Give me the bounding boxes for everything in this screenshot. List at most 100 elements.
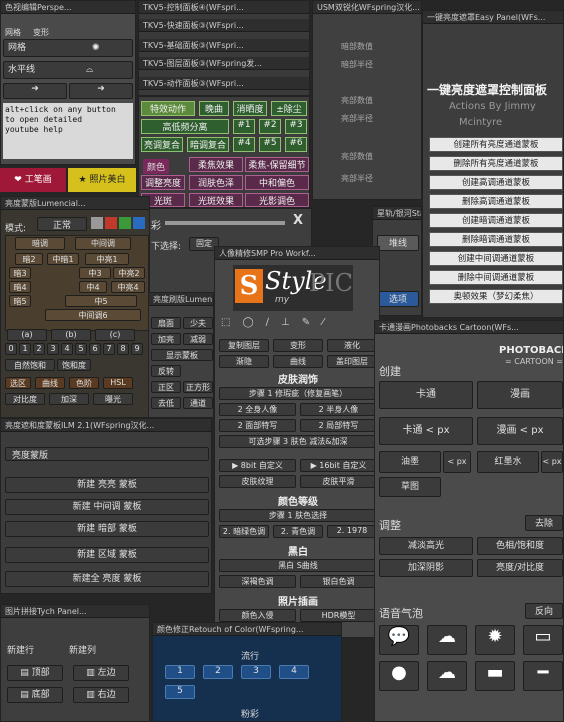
popular-3-button[interactable]: 3 — [241, 665, 271, 679]
burn-button[interactable]: 加深 — [49, 393, 89, 405]
num-4[interactable]: 4 — [61, 343, 73, 355]
num-1[interactable]: 1 — [19, 343, 31, 355]
close-icon[interactable]: X — [293, 213, 303, 228]
create-midtone-mask-button[interactable]: 创建中间调通道蒙板 — [429, 251, 563, 266]
tkv-title-4[interactable]: TKV5-图层面板③(WFspring发... — [139, 57, 309, 70]
mid-bright1-cell[interactable]: 中亮1 — [85, 253, 129, 265]
num-6[interactable]: 6 — [89, 343, 101, 355]
skin-texture-button[interactable]: 皮肤纹理 — [219, 475, 296, 488]
sketch-button[interactable]: 草图 — [379, 477, 441, 497]
popular-4-button[interactable]: 4 — [279, 665, 309, 679]
remove-button[interactable]: 去除 — [525, 515, 563, 531]
effect-actions-button[interactable]: 特效动作 — [141, 101, 195, 116]
arrow-right-button[interactable]: ➜ — [69, 83, 133, 99]
silver-button[interactable]: 银白色调 — [300, 575, 377, 588]
vibrance-button[interactable]: 自然饱和 — [5, 359, 55, 371]
8bit-button[interactable]: ▶ 8bit 自定义 — [219, 459, 296, 472]
curve-button[interactable]: 晚曲 — [199, 101, 229, 116]
reverse-button[interactable]: 反向 — [525, 603, 563, 619]
partial-close-button[interactable]: 2 局部特写 — [300, 419, 377, 432]
preset-2-button[interactable]: #2 — [259, 119, 281, 134]
preset-6-button[interactable]: #6 — [285, 137, 307, 152]
photo-whiten-button[interactable]: ★ 照片美白 — [68, 168, 136, 192]
lasso-icon[interactable]: ◯ — [242, 317, 265, 328]
swatch-green[interactable] — [119, 217, 131, 229]
dark5-cell[interactable]: 暗5 — [9, 295, 31, 307]
mid3-cell[interactable]: 中3 — [79, 267, 111, 279]
soft-focus-detail-button[interactable]: 柔焦-保留细节 — [245, 157, 309, 172]
burn-shadow-button[interactable]: 加深阴影 — [379, 559, 473, 577]
new-shadow-mask-button[interactable]: 新建 暗部 蒙板 — [5, 521, 209, 537]
light-tone-button[interactable]: 光影调色 — [245, 193, 309, 207]
swatch-gray[interactable] — [91, 217, 103, 229]
lumen-item-1[interactable]: 扇面 — [151, 317, 181, 329]
contrast-button[interactable]: 对比度 — [5, 393, 45, 405]
selection-button[interactable]: 选区 — [5, 377, 31, 389]
16bit-button[interactable]: ▶ 16bit 自定义 — [300, 459, 377, 472]
red-ink-px-button[interactable]: < px — [541, 451, 563, 473]
stamp-visible-button[interactable]: 盖印图层 — [327, 355, 377, 368]
smp-transform-button[interactable]: 变形 — [273, 339, 323, 352]
popular-1-button[interactable]: 1 — [165, 665, 195, 679]
num-0[interactable]: 0 — [5, 343, 17, 355]
bottom-button[interactable]: ▤ 底部 — [7, 687, 63, 703]
mid5-cell[interactable]: 中5 — [65, 295, 137, 307]
bubble-6-button[interactable]: ☁ — [427, 661, 467, 691]
tkv-title-1[interactable]: TKV5-控制面板④(WFspri... — [139, 1, 309, 14]
color-step1-button[interactable]: 步骤 1 肤色选择 — [219, 509, 377, 522]
option-c[interactable]: (c) — [95, 329, 135, 341]
midtone6-cell[interactable]: 中间调6 — [45, 309, 141, 321]
comic-px-button[interactable]: 漫画 < px — [477, 417, 563, 445]
num-7[interactable]: 7 — [103, 343, 115, 355]
half-body-button[interactable]: 2 半身人像 — [300, 403, 377, 416]
popular-5-button[interactable]: 5 — [165, 685, 195, 699]
lumen-item-4[interactable]: 减弱 — [183, 333, 213, 345]
horizon-button[interactable]: 水平线 ⌓ — [3, 61, 133, 79]
red-ink-button[interactable]: 红墨水 — [477, 451, 539, 473]
comic-button[interactable]: 漫画 — [477, 381, 563, 409]
lumen-item-8[interactable]: 正方形 — [183, 381, 213, 393]
swatch-blue[interactable] — [133, 217, 145, 229]
pen-icon[interactable]: ✎ — [302, 317, 322, 328]
orton-effect-button[interactable]: 奥顿效果（梦幻柔焦） — [429, 289, 563, 304]
face-close-button[interactable]: 2 面部特写 — [219, 419, 296, 432]
lumen-item-5[interactable]: 显示蒙板 — [151, 349, 213, 361]
smp-step1-button[interactable]: 步骤 1 修瑕疵（修复画笔） — [219, 387, 377, 400]
stamp-icon[interactable]: ⊥ — [281, 317, 302, 328]
mode-select[interactable]: 正常 — [37, 217, 87, 231]
lumen-item-2[interactable]: 少夫 — [183, 317, 213, 329]
num-9[interactable]: 9 — [131, 343, 143, 355]
ink-button[interactable]: 油墨 — [379, 451, 441, 473]
liquify-button[interactable]: 液化 — [327, 339, 377, 352]
lumen-item-10[interactable]: 通道 — [183, 397, 213, 409]
slider-track[interactable] — [165, 221, 285, 225]
dark2-cell[interactable]: 暗2 — [15, 253, 43, 265]
dust-button[interactable]: ±除尘 — [271, 101, 307, 116]
curves-button[interactable]: 曲线 — [35, 377, 65, 389]
tab-transform[interactable]: 变形 — [33, 27, 49, 38]
mid-dark1-cell[interactable]: 中暗1 — [47, 253, 79, 265]
delete-shadow-mask-button[interactable]: 删除暗调通道蒙板 — [429, 232, 563, 247]
num-5[interactable]: 5 — [75, 343, 87, 355]
tab-grid[interactable]: 网格 — [5, 27, 21, 38]
dodge-highlight-button[interactable]: 减淡高光 — [379, 537, 473, 555]
ilm-select[interactable]: 亮度蒙版 — [5, 447, 209, 461]
pen-painting-button[interactable]: ❤ 工笔画 — [0, 168, 66, 192]
bw-s-curve-button[interactable]: 黑白 S曲线 — [219, 559, 377, 572]
create-all-masks-button[interactable]: 创建所有亮度通道蒙板 — [429, 137, 563, 152]
delete-all-masks-button[interactable]: 删除所有亮度通道蒙板 — [429, 156, 563, 171]
num-8[interactable]: 8 — [117, 343, 129, 355]
top-button[interactable]: ▤ 顶部 — [7, 665, 63, 681]
num-3[interactable]: 3 — [47, 343, 59, 355]
lumen-item-3[interactable]: 加亮 — [151, 333, 181, 345]
create-shadow-mask-button[interactable]: 创建暗调通道蒙板 — [429, 213, 563, 228]
left-button[interactable]: ▥ 左边 — [73, 665, 129, 681]
cyan-tone-button[interactable]: 2. 青色调 — [273, 525, 323, 538]
new-all-luminosity-mask-button[interactable]: 新建全 亮度 蒙板 — [5, 571, 209, 587]
bubble-7-button[interactable]: ▬ — [475, 661, 515, 691]
dark4-cell[interactable]: 暗4 — [9, 281, 31, 293]
fade-button[interactable]: 渐隐 — [219, 355, 269, 368]
dup-layer-button[interactable]: 复制图层 — [219, 339, 269, 352]
hsl-button[interactable]: HSL — [103, 377, 133, 389]
new-midtone-mask-button[interactable]: 新建 中间调 蒙板 — [5, 499, 209, 515]
